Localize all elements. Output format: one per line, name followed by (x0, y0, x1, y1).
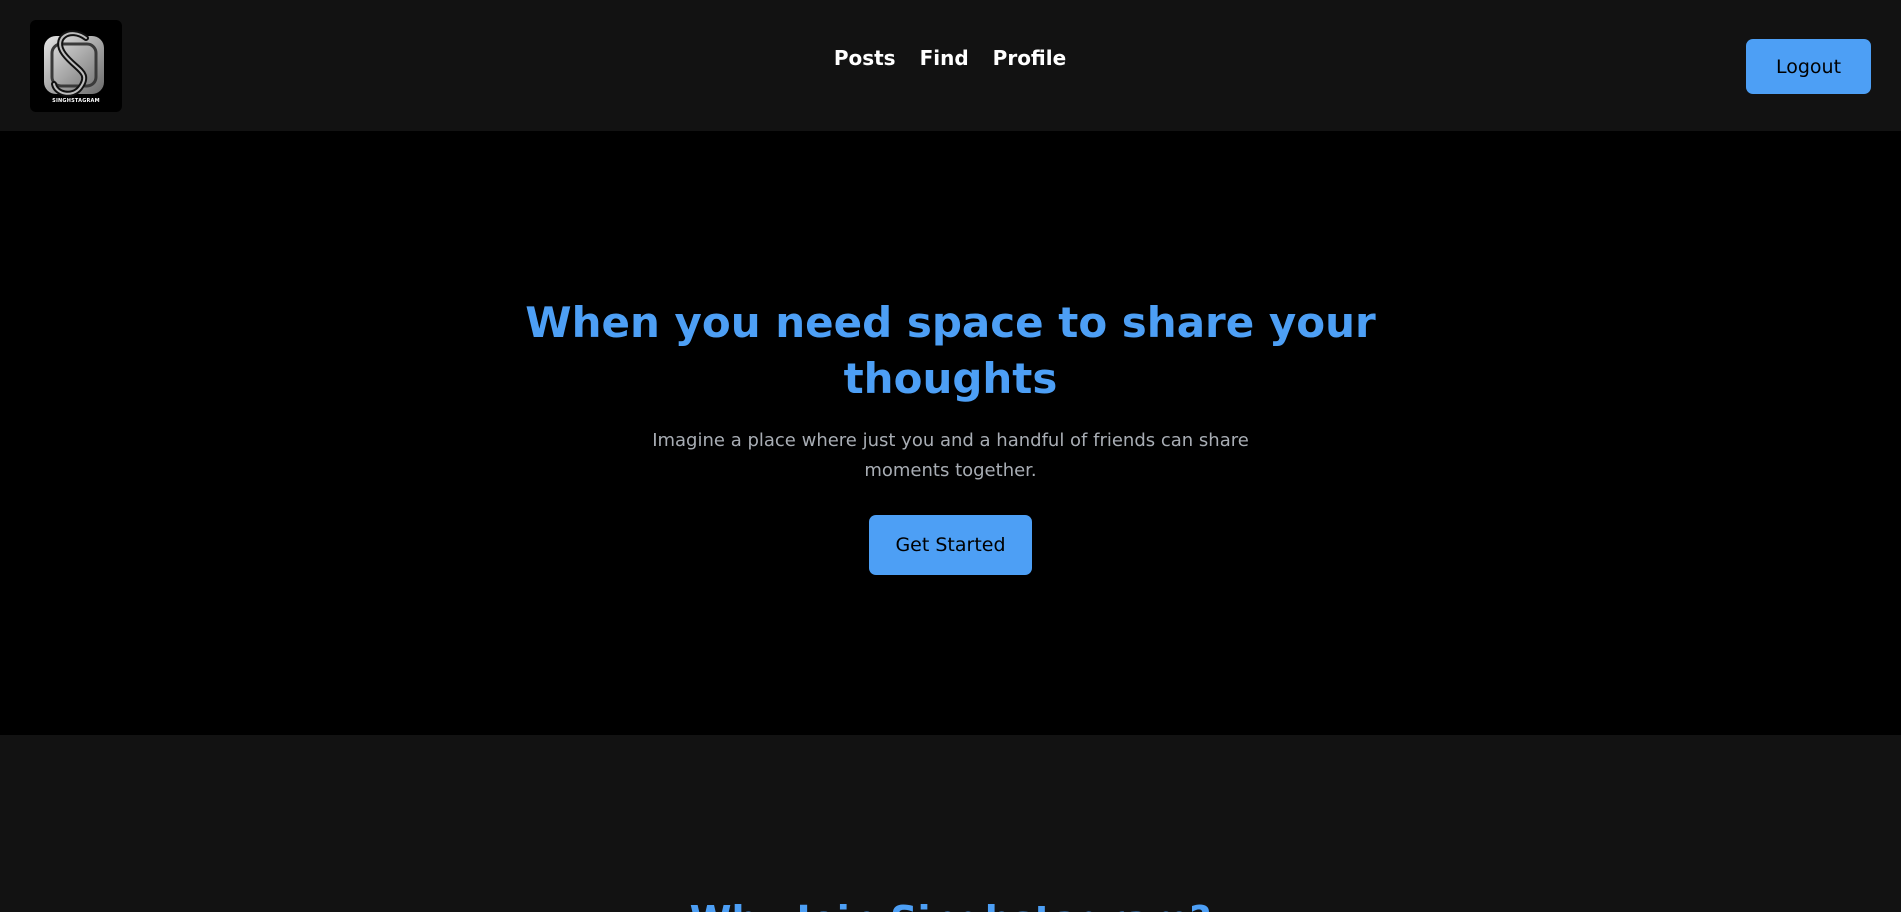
nav-link-posts[interactable]: Posts (834, 44, 896, 72)
main-nav: Posts Find Profile (0, 46, 1901, 72)
nav-link-find[interactable]: Find (920, 44, 969, 72)
why-join-title: Why Join Singhstagram? (0, 896, 1901, 912)
hero-title: When you need space to share your though… (525, 298, 1376, 403)
nav-link-profile[interactable]: Profile (993, 44, 1067, 72)
navbar: SINGHSTAGRAM Posts Find Profile Logout (0, 0, 1901, 131)
why-join-section: Why Join Singhstagram? (0, 735, 1901, 912)
get-started-button[interactable]: Get Started (869, 515, 1032, 575)
logo-wordmark: SINGHSTAGRAM (52, 98, 100, 104)
logout-button[interactable]: Logout (1746, 39, 1871, 94)
hero-subtitle: Imagine a place where just you and a han… (652, 430, 1249, 481)
hero-section: When you need space to share your though… (0, 131, 1901, 735)
